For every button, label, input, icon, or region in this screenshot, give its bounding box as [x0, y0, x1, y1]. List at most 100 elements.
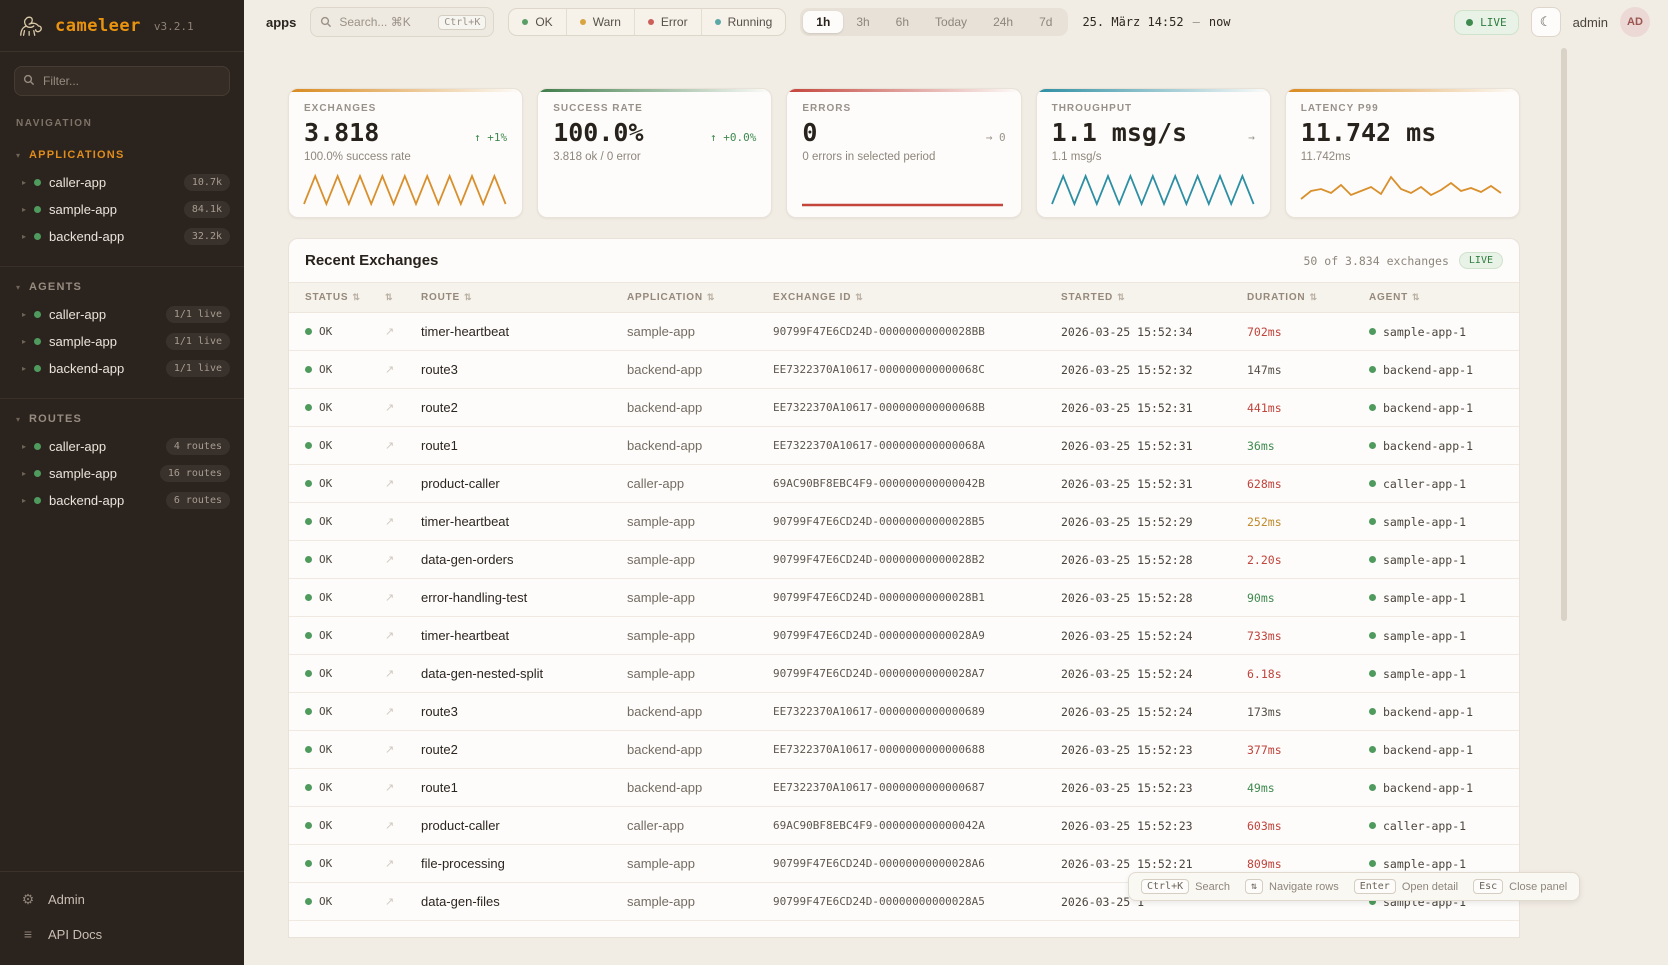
- footer-item-api-docs[interactable]: ≡API Docs: [0, 917, 244, 951]
- section-header-agents[interactable]: ▾AGENTS: [0, 275, 244, 301]
- kpi-card-latency-p99[interactable]: LATENCY P9911.742 ms11.742ms: [1285, 88, 1520, 218]
- search-input[interactable]: [339, 15, 431, 29]
- table-row[interactable]: OK↗route2backend-appEE7322370A10617-0000…: [289, 731, 1519, 769]
- table-row[interactable]: OK↗product-callercaller-app69AC90BF8EBC4…: [289, 807, 1519, 845]
- open-exchange-icon[interactable]: ↗: [369, 313, 405, 350]
- kpi-card-errors[interactable]: ERRORS0→ 00 errors in selected period: [786, 88, 1021, 218]
- open-exchange-icon[interactable]: ↗: [369, 465, 405, 502]
- table-row[interactable]: OK↗route3backend-appEE7322370A10617-0000…: [289, 351, 1519, 389]
- kpi-card-exchanges[interactable]: EXCHANGES3.818↑ +1%100.0% success rate: [288, 88, 523, 218]
- column-header-application[interactable]: APPLICATION⇅: [611, 283, 757, 312]
- chevron-down-icon: ▾: [16, 415, 20, 424]
- table-row[interactable]: OK↗route1backend-appEE7322370A10617-0000…: [289, 769, 1519, 807]
- agent-dot-icon: [1369, 328, 1376, 335]
- kpi-subtitle: 3.818 ok / 0 error: [553, 151, 756, 163]
- open-exchange-icon[interactable]: ↗: [369, 541, 405, 578]
- table-row[interactable]: OK↗error-handling-testsample-app90799F47…: [289, 579, 1519, 617]
- table-row[interactable]: OK↗route3backend-appEE7322370A10617-0000…: [289, 693, 1519, 731]
- started-cell: 2026-03-25 15:52:24: [1045, 655, 1231, 692]
- column-label: ROUTE: [421, 292, 460, 303]
- time-range-today[interactable]: Today: [922, 11, 980, 33]
- status-dot-icon: [34, 497, 41, 504]
- theme-toggle-button[interactable]: ☾: [1531, 7, 1561, 37]
- sidebar-item-backend-app[interactable]: ▸backend-app1/1 live: [0, 355, 244, 382]
- open-exchange-icon[interactable]: ↗: [369, 389, 405, 426]
- kpi-delta: ↑ +1%: [474, 131, 507, 144]
- open-exchange-icon[interactable]: ↗: [369, 693, 405, 730]
- duration-cell: 441ms: [1231, 389, 1353, 426]
- sidebar-item-sample-app[interactable]: ▸sample-app84.1k: [0, 196, 244, 223]
- table-row[interactable]: OK↗timer-heartbeatsample-app90799F47E6CD…: [289, 313, 1519, 351]
- table-row[interactable]: OK↗data-gen-nested-splitsample-app90799F…: [289, 655, 1519, 693]
- column-header-link[interactable]: ⇅: [369, 283, 405, 312]
- open-exchange-icon[interactable]: ↗: [369, 503, 405, 540]
- column-header-started[interactable]: STARTED⇅: [1045, 283, 1231, 312]
- column-header-route[interactable]: ROUTE⇅: [405, 283, 611, 312]
- agent-dot-icon: [1369, 632, 1376, 639]
- chevron-right-icon: ▸: [22, 364, 26, 373]
- avatar[interactable]: AD: [1620, 7, 1650, 37]
- time-range-1h[interactable]: 1h: [803, 11, 843, 33]
- status-dot-icon: [715, 19, 721, 25]
- open-exchange-icon[interactable]: ↗: [369, 579, 405, 616]
- kbd-enter: Enter: [1354, 879, 1396, 894]
- kpi-card-throughput[interactable]: THROUGHPUT1.1 msg/s→1.1 msg/s: [1036, 88, 1271, 218]
- open-exchange-icon[interactable]: ↗: [369, 883, 405, 920]
- sidebar-item-sample-app[interactable]: ▸sample-app16 routes: [0, 460, 244, 487]
- sidebar-item-backend-app[interactable]: ▸backend-app6 routes: [0, 487, 244, 514]
- section-header-applications[interactable]: ▾APPLICATIONS: [0, 143, 244, 169]
- table-row[interactable]: OK↗timer-heartbeatsample-app90799F47E6CD…: [289, 617, 1519, 655]
- chevron-right-icon: ▸: [22, 337, 26, 346]
- footer-item-label: Admin: [48, 892, 85, 907]
- status-value: OK: [319, 591, 332, 604]
- sidebar-filter-input[interactable]: [14, 66, 230, 96]
- time-range-24h[interactable]: 24h: [980, 11, 1026, 33]
- column-header-duration[interactable]: DURATION⇅: [1231, 283, 1353, 312]
- section-header-routes[interactable]: ▾ROUTES: [0, 407, 244, 433]
- status-dot-icon: [580, 19, 586, 25]
- navigation-heading: NAVIGATION: [0, 102, 244, 135]
- column-header-agent[interactable]: AGENT⇅: [1353, 283, 1520, 312]
- open-exchange-icon[interactable]: ↗: [369, 731, 405, 768]
- footer-item-admin[interactable]: ⚙ Admin: [0, 882, 244, 917]
- table-row[interactable]: OK↗timer-heartbeatsample-app90799F47E6CD…: [289, 503, 1519, 541]
- open-exchange-icon[interactable]: ↗: [369, 617, 405, 654]
- scrollbar-thumb[interactable]: [1561, 48, 1567, 621]
- live-toggle[interactable]: LIVE: [1454, 10, 1519, 35]
- sidebar-item-label: caller-app: [49, 307, 106, 322]
- open-exchange-icon[interactable]: ↗: [369, 351, 405, 388]
- open-exchange-icon[interactable]: ↗: [369, 769, 405, 806]
- sidebar-item-backend-app[interactable]: ▸backend-app32.2k: [0, 223, 244, 250]
- status-filter-ok[interactable]: OK: [509, 9, 565, 35]
- kpi-label: SUCCESS RATE: [553, 103, 756, 114]
- column-header-status[interactable]: STATUS⇅: [289, 283, 369, 312]
- status-filter-label: Running: [728, 15, 773, 29]
- sidebar-item-caller-app[interactable]: ▸caller-app1/1 live: [0, 301, 244, 328]
- agent-cell: sample-app-1: [1353, 617, 1520, 654]
- table-row[interactable]: OK↗data-gen-orderssample-app90799F47E6CD…: [289, 541, 1519, 579]
- sidebar-item-caller-app[interactable]: ▸caller-app10.7k: [0, 169, 244, 196]
- table-row[interactable]: OK↗product-callercaller-app69AC90BF8EBC4…: [289, 465, 1519, 503]
- open-exchange-icon[interactable]: ↗: [369, 845, 405, 882]
- open-exchange-icon[interactable]: ↗: [369, 655, 405, 692]
- column-header-exchange-id[interactable]: EXCHANGE ID⇅: [757, 283, 1045, 312]
- open-exchange-icon[interactable]: ↗: [369, 427, 405, 464]
- kpi-card-success-rate[interactable]: SUCCESS RATE100.0%↑ +0.0%3.818 ok / 0 er…: [537, 88, 772, 218]
- gear-icon: ⚙: [20, 891, 36, 908]
- table-row[interactable]: OK↗route2backend-appEE7322370A10617-0000…: [289, 389, 1519, 427]
- started-cell: 2026-03-25 15:52:32: [1045, 351, 1231, 388]
- status-filter-error[interactable]: Error: [634, 9, 701, 35]
- logo[interactable]: cameleer v3.2.1: [0, 0, 244, 52]
- open-exchange-icon[interactable]: ↗: [369, 807, 405, 844]
- status-dot-icon: [34, 206, 41, 213]
- global-search[interactable]: Ctrl+K: [310, 7, 494, 37]
- status-filter-running[interactable]: Running: [701, 9, 786, 35]
- time-range-7d[interactable]: 7d: [1026, 11, 1065, 33]
- date-range[interactable]: 25. März 14:52 — now: [1082, 15, 1230, 29]
- status-filter-warn[interactable]: Warn: [566, 9, 634, 35]
- time-range-3h[interactable]: 3h: [843, 11, 882, 33]
- sidebar-item-sample-app[interactable]: ▸sample-app1/1 live: [0, 328, 244, 355]
- table-row[interactable]: OK↗route1backend-appEE7322370A10617-0000…: [289, 427, 1519, 465]
- sidebar-item-caller-app[interactable]: ▸caller-app4 routes: [0, 433, 244, 460]
- time-range-6h[interactable]: 6h: [883, 11, 922, 33]
